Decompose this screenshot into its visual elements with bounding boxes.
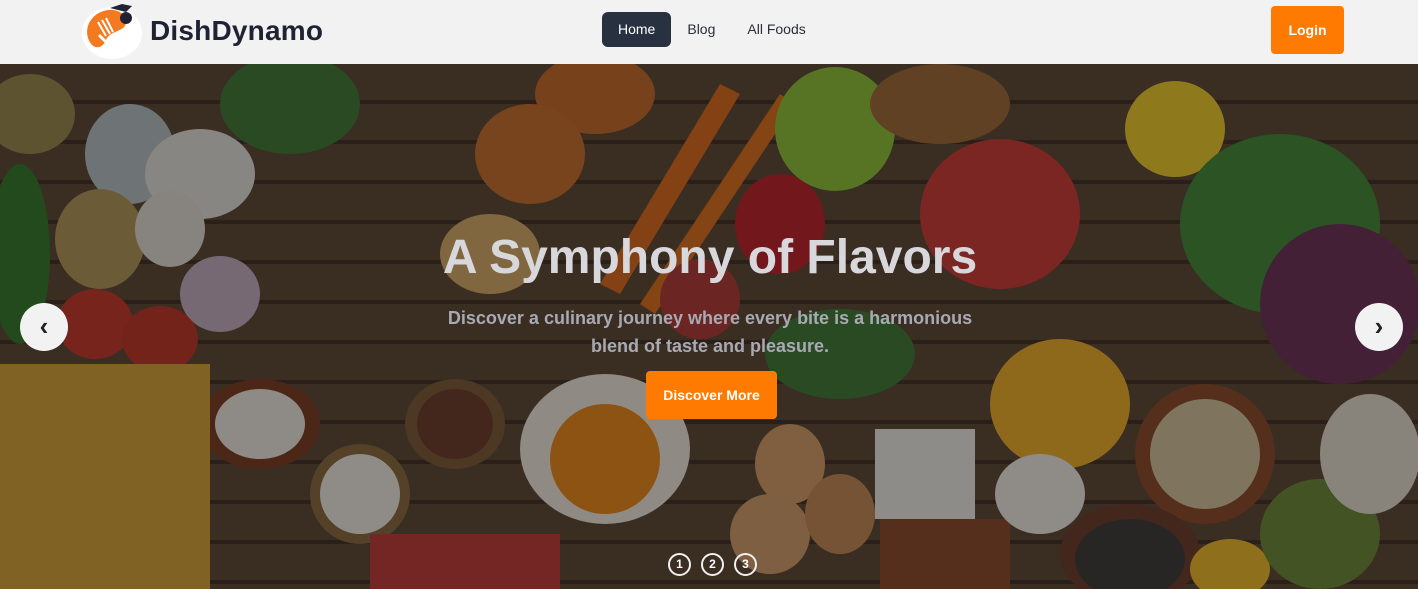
brand-name: DishDynamo [150, 15, 324, 46]
brand[interactable]: DishDynamo [80, 2, 323, 60]
carousel-dot-2[interactable]: 2 [701, 553, 724, 576]
carousel-next-button[interactable]: › [1355, 303, 1403, 351]
hero-subtitle: Discover a culinary journey where every … [447, 308, 973, 356]
carousel-prev-button[interactable]: ‹ [20, 303, 68, 351]
login-button[interactable]: Login [1271, 6, 1344, 54]
discover-more-button[interactable]: Discover More [646, 371, 777, 419]
carousel-dot-1[interactable]: 1 [668, 553, 691, 576]
hero-title: A Symphony of Flavors [442, 231, 978, 284]
main-nav: Home Blog All Foods [602, 12, 822, 47]
hero-carousel: A Symphony of Flavors Discover a culinar… [0, 64, 1418, 589]
navbar: DishDynamo Home Blog All Foods Login [0, 0, 1418, 64]
nav-link-blog[interactable]: Blog [671, 12, 731, 47]
carousel-dot-3[interactable]: 3 [734, 553, 757, 576]
logo-icon [82, 4, 142, 59]
carousel-indicators: 1 2 3 [668, 553, 757, 576]
nav-link-home[interactable]: Home [602, 12, 672, 47]
nav-link-all-foods[interactable]: All Foods [731, 12, 821, 47]
